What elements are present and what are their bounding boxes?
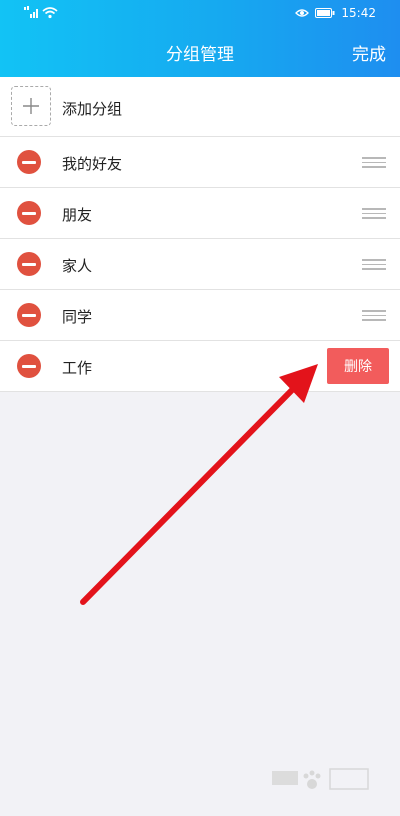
status-right: 15:42: [295, 5, 376, 21]
eye-icon: [295, 9, 310, 17]
group-row: 工作 删除: [0, 341, 400, 392]
group-label: 朋友: [62, 206, 93, 224]
header: 15:42 分组管理 完成: [0, 0, 400, 77]
battery-icon: [315, 8, 335, 18]
drag-handle-icon[interactable]: [362, 310, 386, 321]
group-label: 我的好友: [62, 155, 123, 173]
group-row: 同学: [0, 290, 400, 341]
drag-handle-icon[interactable]: [362, 157, 386, 168]
group-row: 我的好友: [0, 137, 400, 188]
group-label: 同学: [62, 308, 93, 326]
status-time: 15:42: [341, 6, 376, 20]
remove-circle-icon[interactable]: [17, 252, 41, 276]
group-label: 工作: [62, 359, 93, 377]
plus-icon: [23, 98, 39, 114]
remove-circle-icon[interactable]: [17, 150, 41, 174]
done-button[interactable]: 完成: [352, 40, 386, 65]
status-bar: 15:42: [0, 0, 400, 26]
remove-circle-icon[interactable]: [17, 201, 41, 225]
group-list: 添加分组 我的好友 朋友 家人 同学 工作 删除: [0, 77, 400, 392]
group-row: 朋友: [0, 188, 400, 239]
add-group-button[interactable]: [11, 86, 51, 126]
remove-circle-icon[interactable]: [17, 303, 41, 327]
add-group-label: 添加分组: [62, 100, 123, 118]
remove-circle-icon[interactable]: [17, 354, 41, 378]
baidu-jingyan-watermark-icon: [272, 768, 369, 790]
delete-button[interactable]: 删除: [327, 348, 389, 384]
drag-handle-icon[interactable]: [362, 208, 386, 219]
drag-handle-icon[interactable]: [362, 259, 386, 270]
group-label: 家人: [62, 257, 93, 275]
group-row: 家人: [0, 239, 400, 290]
page-title: 分组管理: [166, 45, 234, 65]
add-group-row[interactable]: 添加分组: [0, 77, 400, 137]
signal-wifi-icons: [24, 6, 64, 20]
